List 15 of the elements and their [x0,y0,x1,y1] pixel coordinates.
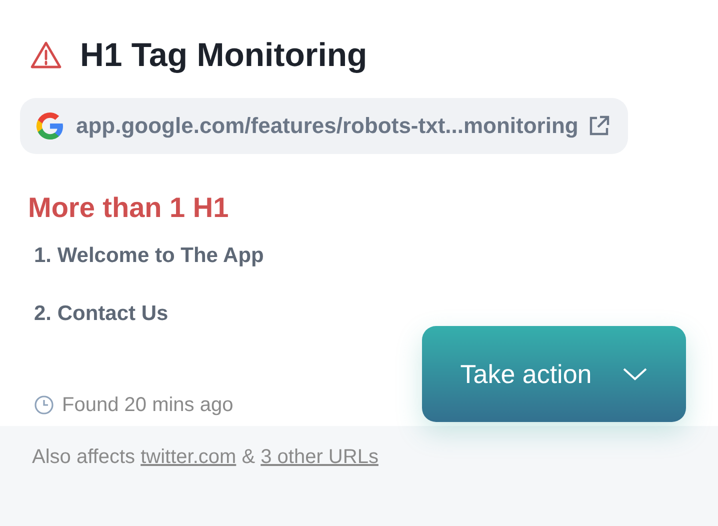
list-item: 1. Welcome to The App [34,244,265,268]
affects-text: Also affects twitter.com & 3 other URLs [32,446,378,468]
external-link-icon[interactable] [588,115,610,137]
issue-heading: More than 1 H1 [28,192,230,224]
list-item: 2. Contact Us [34,302,170,326]
chevron-down-icon [622,367,648,381]
url-text: app.google.com/features/robots-txt...monitoring [76,113,578,139]
clock-icon [34,395,54,415]
affected-link[interactable]: twitter.com [140,446,236,468]
card-title: H1 Tag Monitoring [80,36,368,74]
warning-icon [30,41,62,69]
google-logo-icon [34,110,66,142]
take-action-button[interactable]: Take action [422,326,686,422]
affected-link[interactable]: 3 other URLs [260,446,378,468]
found-time: Found 20 mins ago [62,394,234,416]
